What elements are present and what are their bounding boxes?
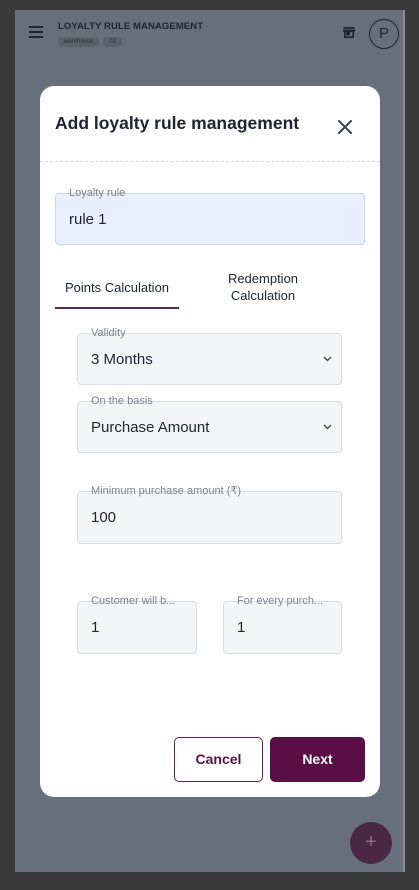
minimum-purchase-input[interactable]: Minimum purchase amount (₹) 100 [77, 485, 342, 544]
scrollbar [403, 10, 405, 872]
next-button[interactable]: Next [270, 737, 365, 782]
for-every-purchase-value: 1 [237, 619, 246, 636]
chevron-down-icon [323, 424, 332, 430]
validity-value: 3 Months [91, 350, 153, 368]
customer-will-get-label: Customer will b... [88, 595, 179, 607]
close-icon[interactable] [337, 119, 353, 135]
loyalty-rule-value: rule 1 [69, 210, 107, 228]
dialog-title: Add loyalty rule management [55, 113, 300, 133]
app-title: LOYALTY RULE MANAGEMENT [58, 21, 204, 32]
dialog-divider [40, 161, 380, 162]
store-icon[interactable] [343, 27, 355, 38]
chevron-down-icon [323, 356, 332, 362]
avatar[interactable]: P [369, 19, 399, 49]
tab-points-calculation-label: Points Calculation [64, 280, 170, 295]
context-chips: warehouse 02 [58, 37, 123, 47]
customer-will-get-value: 1 [91, 619, 100, 636]
basis-value: Purchase Amount [91, 418, 210, 436]
customer-will-get-input[interactable]: Customer will b... 1 [77, 595, 197, 654]
validity-select[interactable]: Validity 3 Months [77, 327, 342, 385]
code-chip: 02 [103, 37, 123, 47]
warehouse-chip: warehouse [58, 37, 100, 47]
tab-redemption-calculation[interactable]: Redemption Calculation [208, 270, 318, 304]
hamburger-menu-icon[interactable] [29, 26, 43, 38]
for-every-purchase-input[interactable]: For every purch... 1 [223, 595, 342, 654]
cancel-button[interactable]: Cancel [174, 737, 263, 782]
tab-points-calculation[interactable]: Points Calculation [55, 279, 179, 296]
minimum-purchase-value: 100 [91, 509, 117, 526]
for-every-purchase-label: For every purch... [234, 595, 327, 607]
basis-select[interactable]: On the basis Purchase Amount [77, 395, 342, 453]
tab-redemption-calculation-label: Redemption Calculation [227, 271, 299, 303]
active-tab-indicator [55, 307, 179, 309]
add-fab-button[interactable]: + [350, 822, 392, 864]
top-bar: LOYALTY RULE MANAGEMENT warehouse 02 P [15, 10, 403, 58]
loyalty-rule-input[interactable]: Loyalty rule rule 1 [55, 187, 365, 245]
add-loyalty-rule-dialog: Add loyalty rule management Loyalty rule… [40, 86, 380, 797]
